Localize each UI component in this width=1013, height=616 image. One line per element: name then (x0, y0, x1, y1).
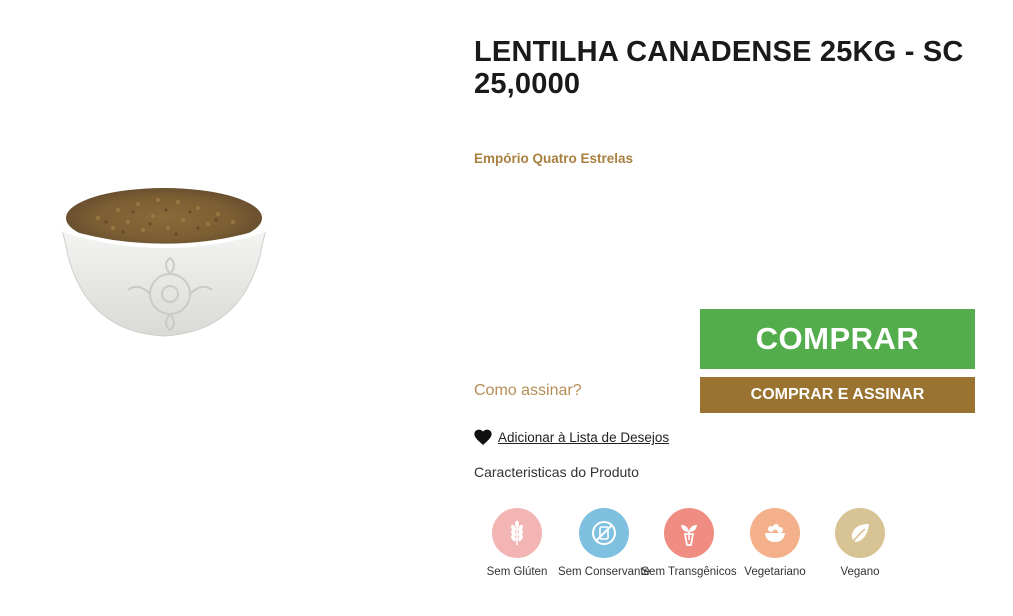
feature-vegan: Vegano (810, 508, 910, 580)
feature-label: Sem Glúten (486, 566, 548, 578)
brand-name[interactable]: Empório Quatro Estrelas (474, 151, 633, 166)
product-title: LENTILHA CANADENSE 25KG - SC 25,0000 (474, 36, 964, 100)
features-title: Caracteristicas do Produto (474, 464, 639, 480)
add-to-wishlist-link[interactable]: Adicionar à Lista de Desejos (474, 429, 669, 446)
leaf-icon (850, 524, 869, 545)
no-preservative-icon (592, 521, 616, 545)
buy-and-subscribe-button[interactable]: COMPRAR E ASSINAR (700, 377, 975, 413)
how-to-subscribe-link[interactable]: Como assinar? (474, 382, 582, 400)
feature-circle (664, 508, 714, 558)
feature-circle (492, 508, 542, 558)
feature-label: Sem Transgênicos (641, 566, 737, 578)
sprout-icon (681, 525, 697, 546)
feature-circle (835, 508, 885, 558)
wishlist-label: Adicionar à Lista de Desejos (498, 430, 670, 445)
buy-button[interactable]: COMPRAR (700, 309, 975, 369)
feature-label: Vegano (840, 566, 880, 578)
lentil-bowl-image (61, 188, 267, 337)
feature-circle (579, 508, 629, 558)
product-image (58, 182, 270, 342)
wheat-icon (511, 520, 523, 545)
feature-circle (750, 508, 800, 558)
salad-bowl-icon (765, 524, 785, 542)
feature-gmo-free: Sem Transgênicos (639, 508, 739, 580)
heart-icon (474, 429, 492, 445)
feature-gluten-free: Sem Glúten (467, 508, 567, 580)
